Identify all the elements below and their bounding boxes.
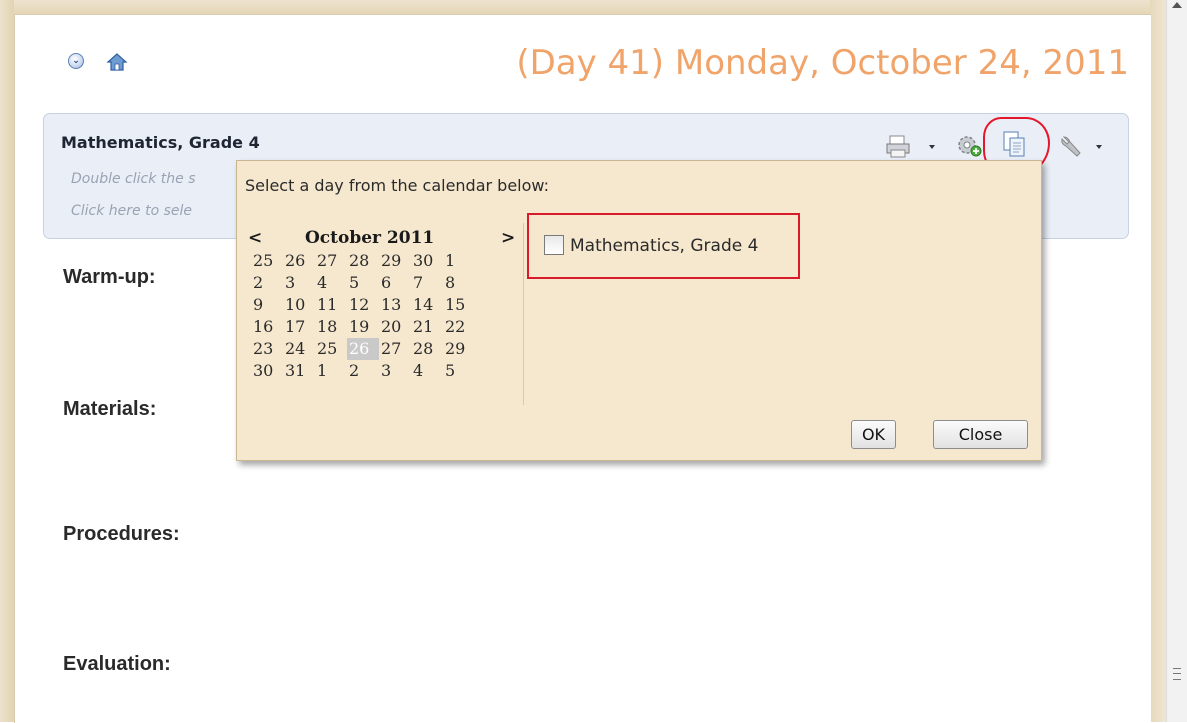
- circle-chevron-down-icon[interactable]: ⌄: [68, 53, 84, 69]
- scroll-up-arrow-icon[interactable]: [1172, 2, 1182, 8]
- calendar-day[interactable]: 6: [379, 272, 411, 294]
- calendar-day[interactable]: 2: [347, 360, 379, 382]
- calendar-day[interactable]: 13: [379, 294, 411, 316]
- calendar-day[interactable]: 23: [251, 338, 283, 360]
- calendar-week: 25 26 27 28 29 30 1: [251, 250, 475, 272]
- home-icon[interactable]: [106, 52, 128, 72]
- page-title: (Day 41) Monday, October 24, 2011: [516, 43, 1129, 83]
- calendar-day[interactable]: 17: [283, 316, 315, 338]
- calendar-week: 30 31 1 2 3 4 5: [251, 360, 475, 382]
- calendar-day[interactable]: 29: [379, 250, 411, 272]
- wrench-icon[interactable]: [1058, 133, 1086, 159]
- calendar-day[interactable]: 14: [411, 294, 443, 316]
- course-checkbox[interactable]: [544, 235, 564, 255]
- calendar-day[interactable]: 7: [411, 272, 443, 294]
- calendar-day[interactable]: 15: [443, 294, 475, 316]
- window-frame-left: [0, 0, 14, 722]
- calendar-day[interactable]: 30: [411, 250, 443, 272]
- dialog-prompt: Select a day from the calendar below:: [245, 176, 550, 195]
- calendar-day[interactable]: 18: [315, 316, 347, 338]
- calendar-day[interactable]: 10: [283, 294, 315, 316]
- printer-dropdown-icon[interactable]: [929, 145, 935, 149]
- calendar-day[interactable]: 20: [379, 316, 411, 338]
- course-title: Mathematics, Grade 4: [61, 133, 260, 152]
- calendar-grid: 25 26 27 28 29 30 1 2 3 4 5 6 7 8 9 10 1…: [251, 250, 475, 382]
- calendar-day[interactable]: 4: [315, 272, 347, 294]
- calendar-day-selected[interactable]: 26: [347, 338, 379, 360]
- calendar-prev-button[interactable]: <: [248, 228, 262, 248]
- calendar-day[interactable]: 8: [443, 272, 475, 294]
- close-button[interactable]: Close: [933, 420, 1028, 449]
- calendar-day[interactable]: 19: [347, 316, 379, 338]
- calendar-day[interactable]: 4: [411, 360, 443, 382]
- calendar-divider: [523, 223, 524, 405]
- calendar-day[interactable]: 5: [443, 360, 475, 382]
- vertical-scrollbar[interactable]: [1166, 0, 1187, 722]
- calendar-day[interactable]: 1: [315, 360, 347, 382]
- calendar-day[interactable]: 21: [411, 316, 443, 338]
- course-checkbox-label[interactable]: Mathematics, Grade 4: [570, 236, 758, 256]
- calendar-day[interactable]: 11: [315, 294, 347, 316]
- calendar-day[interactable]: 22: [443, 316, 475, 338]
- calendar-week: 23 24 25 26 27 28 29: [251, 338, 475, 360]
- calendar-day[interactable]: 12: [347, 294, 379, 316]
- calendar-day[interactable]: 28: [347, 250, 379, 272]
- calendar-day[interactable]: 27: [315, 250, 347, 272]
- evaluation-heading: Evaluation:: [63, 653, 171, 675]
- calendar-day[interactable]: 27: [379, 338, 411, 360]
- ok-button[interactable]: OK: [851, 420, 896, 449]
- double-click-hint: Double click the s: [71, 171, 196, 187]
- calendar-day[interactable]: 24: [283, 338, 315, 360]
- copy-lesson-dialog: Select a day from the calendar below: < …: [236, 160, 1042, 461]
- gear-add-icon[interactable]: [955, 133, 983, 159]
- calendar-day[interactable]: 28: [411, 338, 443, 360]
- calendar-day[interactable]: 25: [251, 250, 283, 272]
- calendar-day[interactable]: 2: [251, 272, 283, 294]
- materials-heading: Materials:: [63, 398, 157, 420]
- click-here-hint[interactable]: Click here to sele: [71, 203, 192, 219]
- calendar-month-label: October 2011: [305, 228, 435, 248]
- tools-dropdown-icon[interactable]: [1096, 145, 1102, 149]
- calendar-day[interactable]: 5: [347, 272, 379, 294]
- calendar-day[interactable]: 31: [283, 360, 315, 382]
- window-frame-right: [1150, 0, 1166, 722]
- calendar-day[interactable]: 1: [443, 250, 475, 272]
- window-frame-top: [0, 0, 1166, 14]
- calendar-next-button[interactable]: >: [501, 228, 515, 248]
- calendar-day[interactable]: 16: [251, 316, 283, 338]
- calendar-week: 2 3 4 5 6 7 8: [251, 272, 475, 294]
- calendar-day[interactable]: 26: [283, 250, 315, 272]
- scroll-grip-icon[interactable]: [1173, 668, 1181, 680]
- calendar-day[interactable]: 3: [283, 272, 315, 294]
- calendar-day[interactable]: 9: [251, 294, 283, 316]
- calendar-day[interactable]: 25: [315, 338, 347, 360]
- warmup-heading: Warm-up:: [63, 266, 156, 288]
- calendar-day[interactable]: 30: [251, 360, 283, 382]
- printer-icon[interactable]: [884, 133, 912, 159]
- calendar-day[interactable]: 29: [443, 338, 475, 360]
- calendar-week: 16 17 18 19 20 21 22: [251, 316, 475, 338]
- calendar-week: 9 10 11 12 13 14 15: [251, 294, 475, 316]
- calendar-day[interactable]: 3: [379, 360, 411, 382]
- course-option-highlight: Mathematics, Grade 4: [527, 213, 800, 279]
- procedures-heading: Procedures:: [63, 523, 180, 545]
